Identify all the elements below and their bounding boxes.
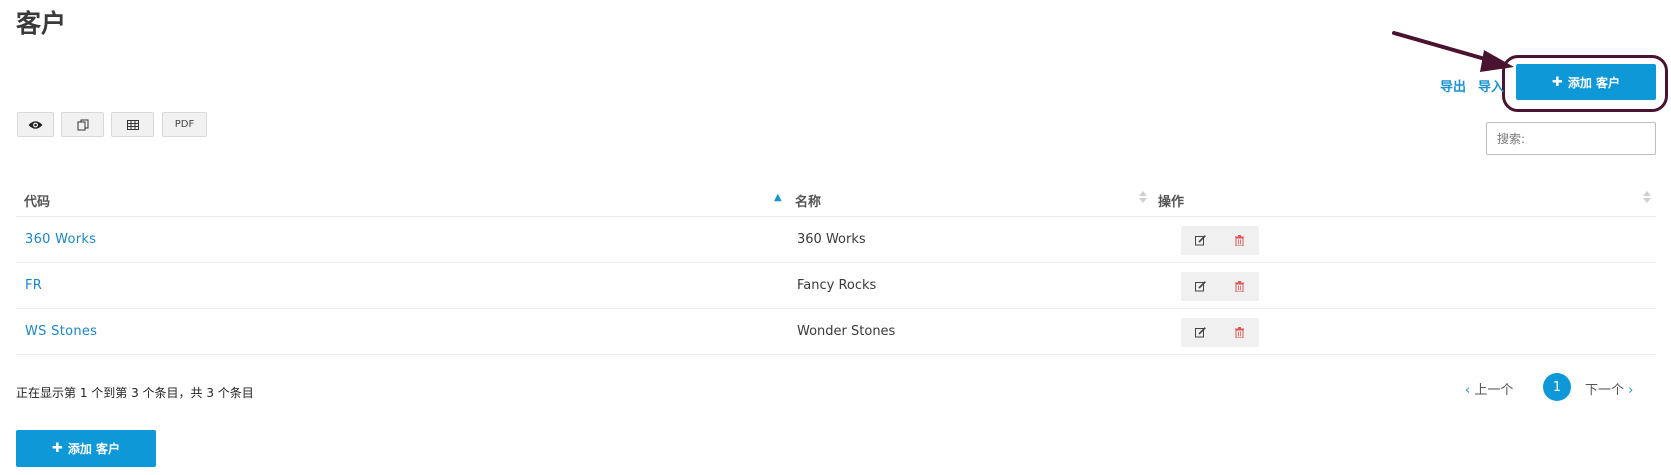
customer-name: Wonder Stones bbox=[797, 324, 896, 339]
export-link[interactable]: 导出 bbox=[1440, 76, 1470, 95]
search-input[interactable] bbox=[1486, 122, 1656, 155]
customers-table: 代码 ▲ 名称 操作 360 Works 360 Works FR Fancy … bbox=[16, 183, 1656, 355]
delete-button[interactable] bbox=[1220, 318, 1259, 347]
edit-icon bbox=[1195, 327, 1206, 338]
column-header-code[interactable]: 代码 bbox=[24, 191, 50, 210]
edit-icon bbox=[1195, 281, 1206, 292]
pdf-button[interactable]: PDF bbox=[162, 112, 207, 137]
plus-icon: ✚ bbox=[51, 441, 63, 456]
edit-button[interactable] bbox=[1181, 318, 1220, 347]
sort-both-icon[interactable] bbox=[1642, 189, 1652, 205]
copy-button[interactable] bbox=[61, 112, 104, 137]
add-customer-button-bottom[interactable]: ✚ 添加 客户 bbox=[16, 430, 156, 467]
customer-code-link[interactable]: 360 Works bbox=[25, 232, 96, 247]
add-customer-button-top[interactable]: ✚ 添加 客户 bbox=[1516, 64, 1656, 100]
customer-name: 360 Works bbox=[797, 232, 866, 247]
pagination-next[interactable]: 下一个 › bbox=[1585, 379, 1633, 398]
view-columns-button[interactable] bbox=[17, 112, 54, 137]
edit-icon bbox=[1195, 235, 1206, 246]
chevron-left-icon: ‹ bbox=[1465, 383, 1471, 398]
trash-icon bbox=[1235, 327, 1244, 338]
annotation-arrow bbox=[1392, 31, 1514, 72]
pagination-next-label: 下一个 bbox=[1585, 383, 1625, 398]
copy-icon bbox=[77, 119, 88, 130]
pagination-previous-label: 上一个 bbox=[1474, 383, 1514, 398]
table-icon bbox=[126, 119, 139, 130]
customer-code-link[interactable]: FR bbox=[25, 278, 42, 293]
eye-icon bbox=[28, 120, 43, 129]
page-title: 客户 bbox=[16, 9, 67, 38]
sort-both-icon[interactable] bbox=[1138, 189, 1148, 205]
table-info: 正在显示第 1 个到第 3 个条目，共 3 个条目 bbox=[16, 386, 254, 400]
pagination-page-current[interactable]: 1 bbox=[1543, 373, 1571, 401]
customer-name: Fancy Rocks bbox=[797, 278, 877, 293]
excel-button[interactable] bbox=[111, 112, 154, 137]
row-actions bbox=[1181, 318, 1259, 347]
column-header-name[interactable]: 名称 bbox=[795, 191, 821, 210]
delete-button[interactable] bbox=[1220, 226, 1259, 255]
table-row: WS Stones Wonder Stones bbox=[16, 309, 1656, 355]
chevron-right-icon: › bbox=[1628, 383, 1634, 398]
edit-button[interactable] bbox=[1181, 226, 1220, 255]
trash-icon bbox=[1235, 235, 1244, 246]
edit-button[interactable] bbox=[1181, 272, 1220, 301]
trash-icon bbox=[1235, 281, 1244, 292]
plus-icon: ✚ bbox=[1551, 74, 1563, 90]
add-customer-label: 添加 客户 bbox=[67, 442, 121, 456]
column-header-actions[interactable]: 操作 bbox=[1158, 191, 1184, 210]
table-row: 360 Works 360 Works bbox=[16, 217, 1656, 263]
row-actions bbox=[1181, 272, 1259, 301]
add-customer-label: 添加 客户 bbox=[1567, 75, 1621, 90]
table-header: 代码 ▲ 名称 操作 bbox=[16, 183, 1656, 217]
table-row: FR Fancy Rocks bbox=[16, 263, 1656, 309]
pagination-previous[interactable]: ‹ 上一个 bbox=[1465, 379, 1513, 398]
sort-asc-icon[interactable]: ▲ bbox=[774, 192, 782, 203]
row-actions bbox=[1181, 226, 1259, 255]
pagination: ‹ 上一个 1 下一个 › bbox=[1465, 372, 1645, 402]
import-link[interactable]: 导入 bbox=[1478, 76, 1508, 95]
delete-button[interactable] bbox=[1220, 272, 1259, 301]
customer-code-link[interactable]: WS Stones bbox=[25, 324, 97, 339]
